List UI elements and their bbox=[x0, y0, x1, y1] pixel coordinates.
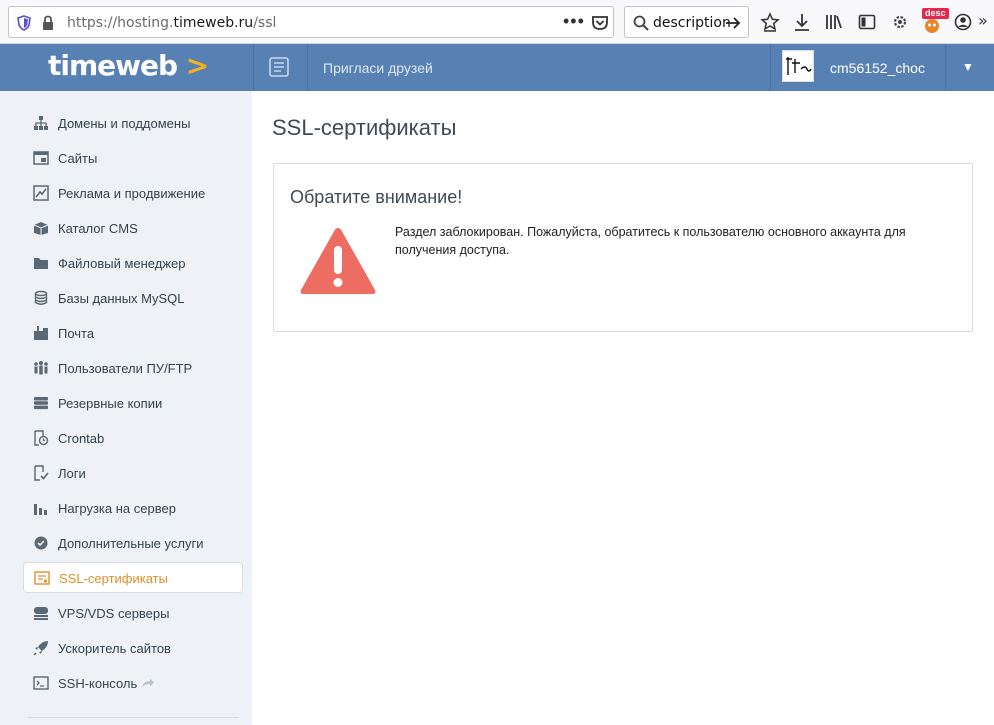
bar-chart-icon bbox=[34, 504, 47, 515]
lock-icon[interactable] bbox=[41, 15, 55, 31]
library-icon[interactable] bbox=[824, 12, 844, 32]
avatar-signature-icon bbox=[786, 57, 812, 75]
sidebar-item-ssh-console[interactable]: SSH-консоль bbox=[23, 668, 243, 699]
invite-friends-link[interactable]: Пригласи друзей bbox=[323, 60, 433, 76]
users-icon bbox=[34, 361, 48, 375]
sidebar-item-backups[interactable]: Резервные копии bbox=[23, 388, 243, 419]
bookmark-star-icon[interactable] bbox=[760, 12, 780, 32]
sidebar-item-label: Каталог CMS bbox=[58, 221, 138, 236]
logo-chevron-icon: > bbox=[177, 49, 209, 82]
external-arrow-icon bbox=[142, 678, 154, 687]
chart-line-icon bbox=[33, 185, 49, 201]
url-path: /ssl bbox=[253, 15, 277, 31]
sidebar-item-label: Пользователи ПУ/FTP bbox=[58, 361, 193, 376]
sidebar-item-file-manager[interactable]: Файловый менеджер bbox=[23, 248, 243, 279]
download-icon[interactable] bbox=[792, 12, 812, 32]
sidebar-item-users-ftp[interactable]: Пользователи ПУ/FTP bbox=[23, 353, 243, 384]
extension-gear-icon[interactable] bbox=[890, 12, 910, 32]
sidebar-item-extra-services[interactable]: Дополнительные услуги bbox=[23, 528, 243, 559]
site-header: timeweb > Пригласи друзей cm56152_choc ▼ bbox=[0, 44, 994, 91]
sidebar-item-label: Базы данных MySQL bbox=[58, 291, 185, 306]
sidebar-item-label: Реклама и продвижение bbox=[58, 186, 206, 201]
extension-badge: desc bbox=[922, 8, 949, 19]
sidebar-item-label: SSH-консоль bbox=[58, 676, 138, 691]
sidebar-item-label: Crontab bbox=[58, 431, 105, 446]
newspaper-icon[interactable] bbox=[268, 56, 290, 78]
sidebar-item-accelerator[interactable]: Ускоритель сайтов bbox=[23, 633, 243, 664]
user-menu-caret-icon[interactable]: ▼ bbox=[962, 60, 974, 74]
avatar[interactable] bbox=[782, 50, 814, 82]
url-text[interactable]: https://hosting.timeweb.ru/ssl bbox=[67, 15, 276, 31]
sidebar: Домены и поддомены Сайты Реклама и продв… bbox=[0, 91, 252, 725]
mailbox-icon bbox=[34, 326, 48, 340]
search-icon bbox=[633, 15, 649, 31]
sidebar-item-label: Файловый менеджер bbox=[58, 256, 186, 271]
box-icon bbox=[33, 222, 49, 235]
extension-monkey-icon[interactable] bbox=[922, 16, 942, 36]
sidebar-item-sites[interactable]: Сайты bbox=[23, 143, 243, 174]
log-page-icon bbox=[34, 465, 49, 481]
sidebar-item-mail[interactable]: Почта bbox=[23, 318, 243, 349]
sidebar-item-label: VPS/VDS серверы bbox=[58, 606, 170, 621]
page-title: SSL-сертификаты bbox=[272, 115, 457, 140]
sidebar-item-logs[interactable]: Логи bbox=[23, 458, 243, 489]
account-icon[interactable] bbox=[953, 12, 973, 32]
search-bar[interactable]: description bbox=[624, 6, 749, 38]
server-stack-icon bbox=[34, 397, 48, 410]
sidebar-toggle-icon[interactable] bbox=[857, 12, 877, 32]
sidebar-item-domains[interactable]: Домены и поддомены bbox=[23, 108, 243, 139]
browser-window-icon bbox=[33, 151, 49, 165]
notice-panel: Обратите внимание! Раздел заблокирован. … bbox=[273, 163, 973, 332]
sidebar-item-vps[interactable]: VPS/VDS серверы bbox=[23, 598, 243, 629]
username[interactable]: cm56152_choc bbox=[830, 60, 925, 76]
url-domain: timeweb.ru bbox=[173, 15, 254, 31]
sidebar-item-label: Почта bbox=[58, 326, 95, 341]
sidebar-item-label: Логи bbox=[58, 466, 86, 481]
header-divider bbox=[253, 44, 254, 91]
sitemap-icon bbox=[34, 116, 48, 130]
sidebar-item-cms-catalog[interactable]: Каталог CMS bbox=[23, 213, 243, 244]
warning-icon bbox=[300, 228, 376, 294]
address-bar[interactable]: https://hosting.timeweb.ru/ssl ••• bbox=[8, 6, 614, 38]
terminal-icon bbox=[33, 676, 49, 690]
server-icon bbox=[34, 607, 48, 620]
header-divider bbox=[770, 44, 771, 91]
sidebar-item-label: Нагрузка на сервер bbox=[58, 501, 176, 516]
notice-message: Раздел заблокирован. Пожалуйста, обратит… bbox=[395, 225, 906, 257]
overflow-chevron-icon[interactable]: » bbox=[978, 11, 994, 31]
sidebar-divider bbox=[28, 717, 239, 718]
folder-icon bbox=[34, 258, 48, 269]
tracking-shield-icon[interactable] bbox=[17, 15, 31, 31]
database-icon bbox=[34, 290, 48, 305]
go-arrow-icon[interactable] bbox=[724, 14, 742, 32]
pocket-icon[interactable] bbox=[591, 15, 609, 31]
sidebar-item-mysql[interactable]: Базы данных MySQL bbox=[23, 283, 243, 314]
logo-text: timeweb bbox=[48, 49, 178, 82]
sidebar-item-label: Ускоритель сайтов bbox=[58, 641, 171, 656]
rocket-icon bbox=[33, 641, 48, 656]
sidebar-item-crontab[interactable]: Crontab bbox=[23, 423, 243, 454]
sidebar-item-label: Резервные копии bbox=[58, 396, 163, 411]
search-input[interactable]: description bbox=[653, 15, 731, 31]
clock-page-icon bbox=[34, 430, 49, 446]
certificate-icon bbox=[34, 571, 50, 585]
sidebar-item-server-load[interactable]: Нагрузка на сервер bbox=[23, 493, 243, 524]
timeweb-logo[interactable]: timeweb > bbox=[48, 49, 209, 82]
header-divider bbox=[945, 44, 946, 91]
header-divider bbox=[307, 44, 308, 91]
sidebar-item-advertising[interactable]: Реклама и продвижение bbox=[23, 178, 243, 209]
notice-title: Обратите внимание! bbox=[290, 187, 463, 207]
page-actions-menu-icon[interactable]: ••• bbox=[563, 11, 585, 32]
url-prefix: https://hosting. bbox=[67, 15, 174, 31]
browser-toolbar: https://hosting.timeweb.ru/ssl ••• descr… bbox=[0, 0, 994, 44]
sidebar-item-label: SSL-сертификаты bbox=[59, 571, 168, 586]
sidebar-item-ssl[interactable]: SSL-сертификаты bbox=[23, 562, 243, 593]
gear-badge-icon bbox=[34, 536, 48, 550]
sidebar-item-label: Дополнительные услуги bbox=[58, 536, 204, 551]
sidebar-item-label: Сайты bbox=[58, 151, 98, 166]
sidebar-item-label: Домены и поддомены bbox=[58, 116, 191, 131]
